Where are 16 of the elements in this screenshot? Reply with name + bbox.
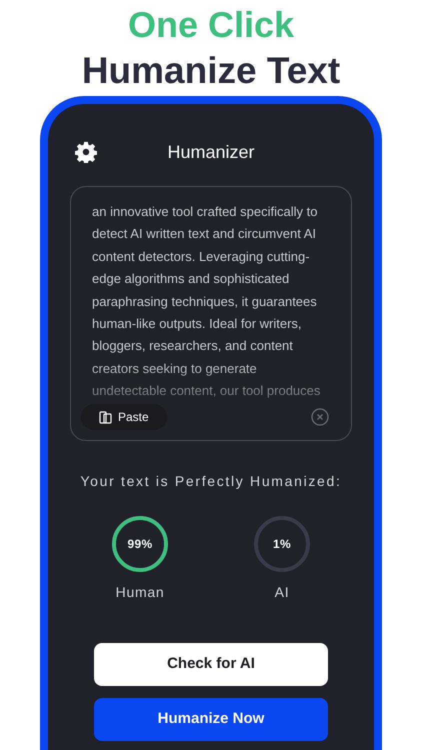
action-button[interactable]: Humanize Now [94, 698, 328, 741]
paste-button[interactable]: Paste [81, 404, 167, 430]
clear-icon[interactable] [311, 408, 329, 426]
input-text: an innovative tool crafted specifically to detect AI written text and circumvent AI content detectors. Leveraging cutting-edge algorithms and sophisticated paraphrasing techniques, it guarantees human-like outputs. Ideal for writers, bloggers, researchers, and content creators seeking to generate undetectable content, our tool produces [92, 203, 322, 400]
text-input[interactable] [70, 186, 352, 441]
score-value: 1% [273, 536, 291, 553]
settings-icon[interactable] [75, 141, 97, 163]
headline: One Click [128, 3, 294, 47]
app-title: Humanizer [167, 140, 255, 164]
result-label: Your text is Perfectly Humanized: [80, 472, 342, 491]
score-value: 99% [128, 536, 152, 553]
score-label: Human [116, 583, 164, 602]
clipboard-icon [99, 410, 112, 424]
score-label: AI [274, 583, 290, 602]
headline: Humanize Text [82, 49, 340, 93]
action-button[interactable]: Check for AI [94, 643, 328, 686]
